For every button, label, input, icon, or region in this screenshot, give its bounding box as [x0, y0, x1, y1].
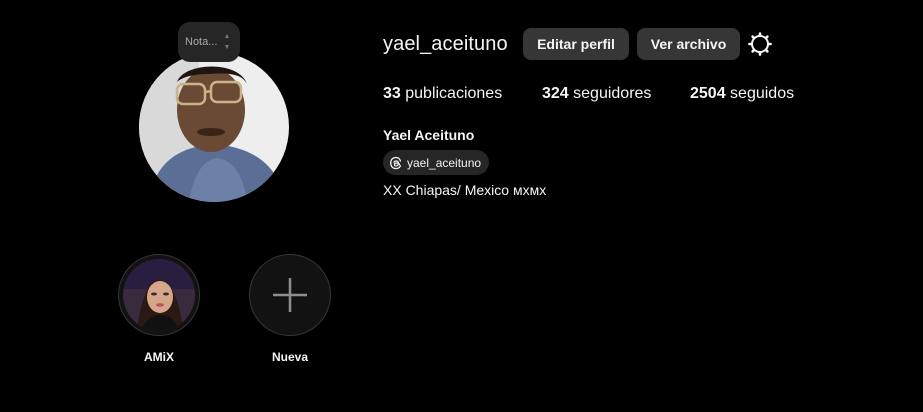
- following-stat[interactable]: 2504 seguidos: [690, 85, 794, 103]
- highlight-ring: [118, 254, 200, 336]
- following-count: 2504: [690, 85, 726, 102]
- posts-label: publicaciones: [405, 85, 503, 102]
- posts-count: 33: [383, 85, 401, 102]
- profile-avatar[interactable]: [139, 52, 289, 202]
- highlight-label: AMiX: [144, 350, 174, 364]
- highlight-amix[interactable]: AMiX: [116, 254, 202, 364]
- profile-photo: [139, 52, 289, 202]
- highlight-label: Nueva: [271, 350, 309, 364]
- gear-icon[interactable]: [748, 32, 772, 56]
- threads-link[interactable]: yael_aceituno: [383, 150, 490, 175]
- view-archive-button[interactable]: Ver archivo: [637, 28, 740, 60]
- new-highlight-button[interactable]: Nueva: [247, 254, 333, 364]
- note-spinner: ▲ ▼: [221, 32, 233, 52]
- threads-handle: yael_aceituno: [407, 155, 482, 170]
- profile-bio: XX Chiapas/ Mexico мхмх: [383, 182, 547, 198]
- followers-count: 324: [542, 85, 569, 102]
- profile-username: yael_aceituno: [383, 33, 508, 55]
- highlight-ring: [249, 254, 331, 336]
- note-placeholder: Nota...: [185, 36, 218, 48]
- note-input[interactable]: Nota... ▲ ▼: [178, 22, 240, 62]
- followers-label: seguidores: [573, 85, 652, 102]
- chevron-down-icon: ▼: [223, 44, 231, 51]
- plus-icon: [273, 278, 307, 312]
- threads-icon: [390, 156, 402, 169]
- following-label: seguidos: [730, 85, 795, 102]
- profile-full-name: Yael Aceituno: [383, 127, 475, 143]
- posts-stat: 33 publicaciones: [383, 85, 502, 103]
- followers-stat[interactable]: 324 seguidores: [542, 85, 651, 103]
- edit-profile-button[interactable]: Editar perfil: [523, 28, 629, 60]
- highlight-cover: [123, 259, 195, 331]
- chevron-up-icon: ▲: [223, 33, 231, 40]
